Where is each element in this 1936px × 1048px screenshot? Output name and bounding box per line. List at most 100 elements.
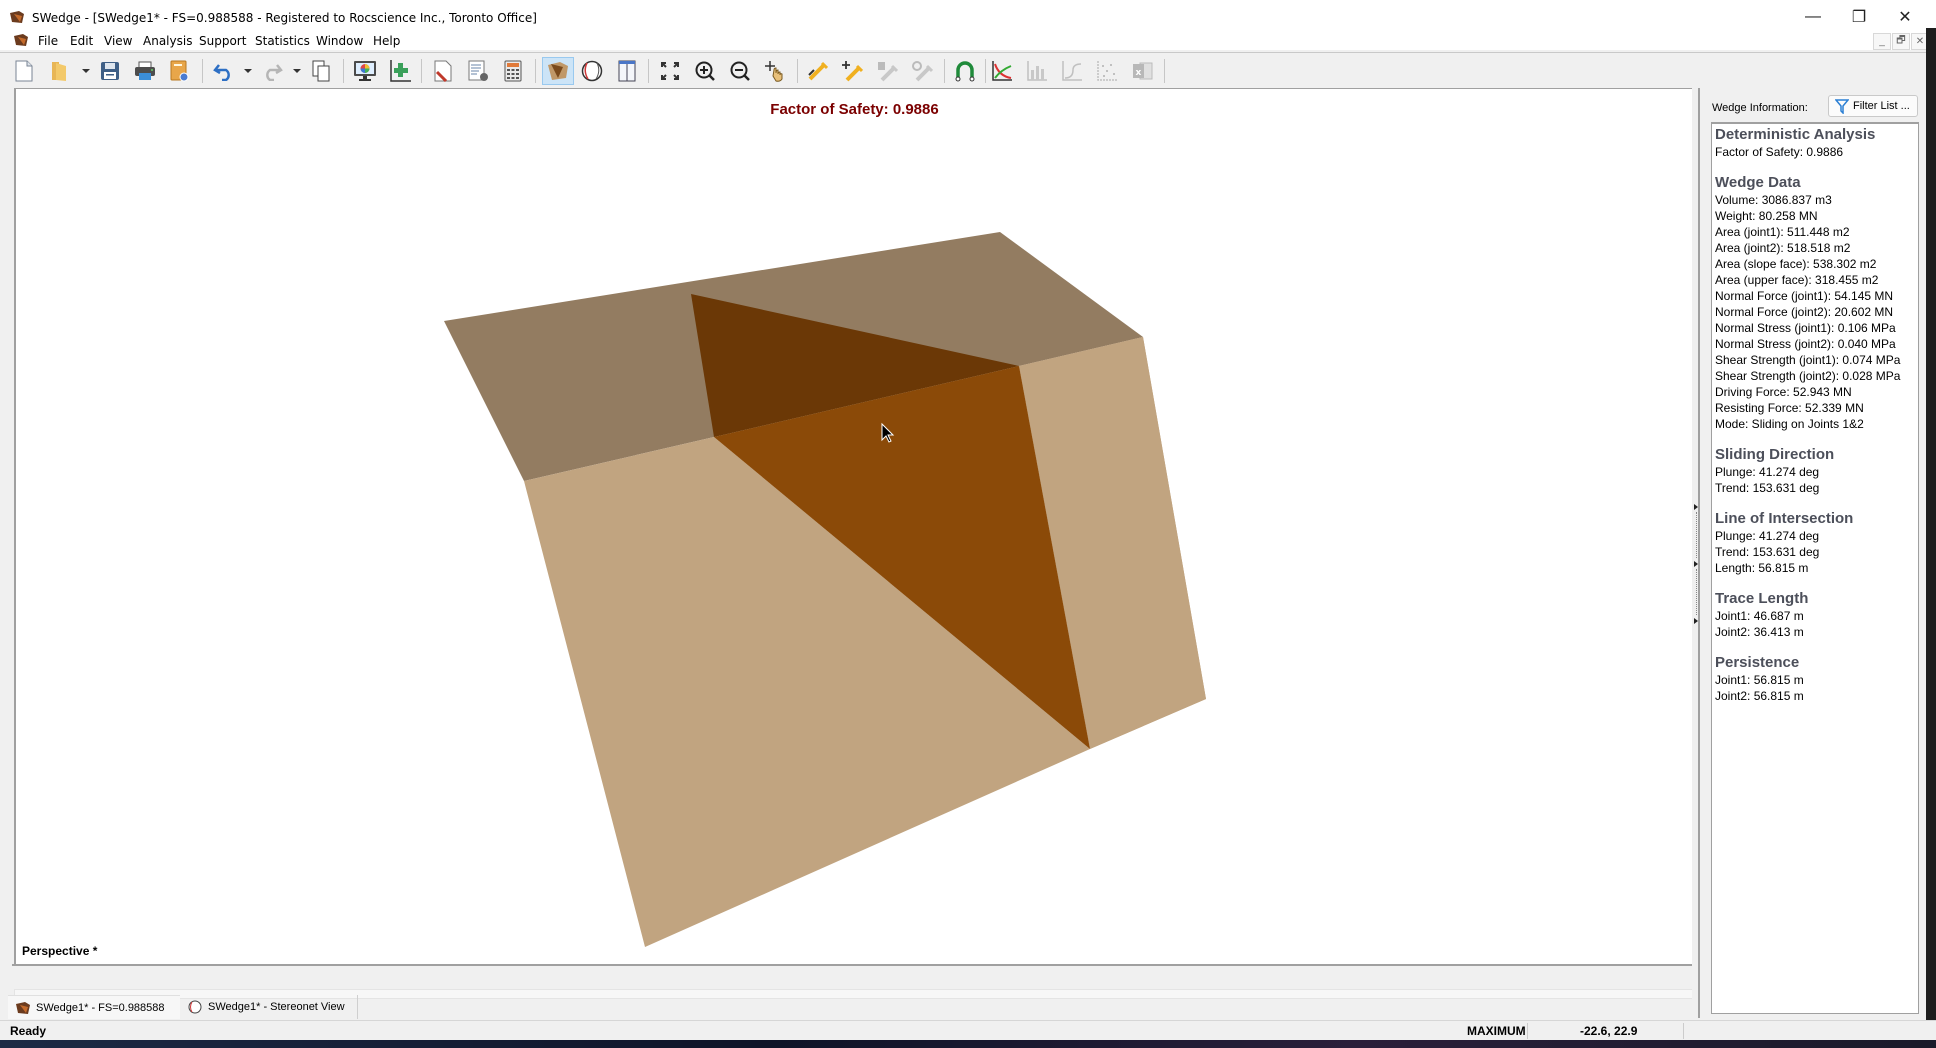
zoom-extents-button[interactable] [656,57,684,85]
bolt-properties-button[interactable] [908,57,936,85]
menu-view[interactable]: View [104,34,132,48]
section-heading: Wedge Data [1715,174,1801,191]
zoom-out-icon [730,61,750,81]
info-line: Joint2: 36.413 m [1715,625,1804,639]
wedge-info-list: Deterministic Analysis Factor of Safety: … [1711,122,1919,1014]
project-settings-icon [170,60,189,82]
factor-of-safety-label: Factor of Safety: 0.9886 [770,101,939,118]
delete-bolt-button[interactable] [873,57,901,85]
histogram-icon [1027,61,1047,81]
info-viewer-button[interactable] [464,57,492,85]
scatter-plot-button[interactable] [1093,57,1121,85]
info-line: Trend: 153.631 deg [1715,481,1820,495]
delete-bolt-icon [878,62,898,82]
title-bar: SWedge - [SWedge1* - FS=0.988588 - Regis… [0,0,1936,30]
tile-views-icon [618,60,636,82]
cumulative-chart-button[interactable] [1058,57,1086,85]
display-options-icon [354,61,376,81]
menu-help[interactable]: Help [373,34,400,48]
info-line: Resisting Force: 52.339 MN [1715,401,1864,415]
save-button[interactable] [96,57,124,85]
info-line: Area (upper face): 318.455 m2 [1715,273,1879,287]
input-data-button[interactable] [429,57,457,85]
print-button[interactable] [131,57,159,85]
info-line: Shear Strength (joint2): 0.028 MPa [1715,369,1901,383]
sensitivity-chart-icon [992,61,1012,81]
magnet-button[interactable] [951,57,979,85]
histogram-button[interactable] [1023,57,1051,85]
menu-support[interactable]: Support [199,34,246,48]
splitter-arrow-icon[interactable] [1694,561,1698,567]
minimize-icon: — [1805,8,1821,25]
info-line: Mode: Sliding on Joints 1&2 [1715,417,1864,431]
left-gutter [0,88,12,968]
excel-icon: x [1133,62,1153,80]
open-file-button[interactable] [46,57,74,85]
splitter-grip [1696,569,1697,615]
export-excel-button[interactable]: x [1128,57,1156,85]
mdi-minimize-button[interactable]: _ [1873,33,1891,50]
filter-list-button[interactable]: Filter List ... [1828,95,1918,117]
cumulative-chart-icon [1062,61,1082,81]
project-settings-button[interactable] [165,57,193,85]
section-heading: Line of Intersection [1715,510,1854,527]
menu-statistics[interactable]: Statistics [255,34,310,48]
splitter-arrow-icon[interactable] [1694,618,1698,624]
tab-wedge-view[interactable]: SWedge1* - FS=0.988588 [8,995,180,1019]
wedge-view-icon [548,62,568,80]
info-line: Normal Force (joint1): 54.145 MN [1715,289,1894,303]
new-file-button[interactable] [10,57,38,85]
info-line: Factor of Safety: 0.9886 [1715,145,1844,159]
redo-dropdown-arrow[interactable] [293,69,301,73]
zoom-extents-icon [661,62,679,80]
add-bolt-button[interactable] [838,57,866,85]
info-line: Shear Strength (joint1): 0.074 MPa [1715,353,1901,367]
stereonet-view-button[interactable] [578,57,606,85]
section-heading: Trace Length [1715,590,1809,607]
tab-stereonet-view[interactable]: SWedge1* - Stereonet View [180,995,358,1019]
sensitivity-chart-button[interactable] [988,57,1016,85]
wedge-3d-canvas[interactable] [16,89,1693,965]
zoom-out-button[interactable] [726,57,754,85]
toolbar: x [0,52,1936,89]
add-chart-button[interactable] [386,57,414,85]
screen-edge [1926,28,1936,1040]
menu-file[interactable]: File [38,34,58,48]
open-dropdown-arrow[interactable] [82,69,90,73]
menu-edit[interactable]: Edit [70,34,93,48]
info-line: Weight: 80.258 MN [1715,209,1818,223]
calculator-button[interactable] [499,57,527,85]
zoom-in-button[interactable] [691,57,719,85]
document-icon [14,34,28,46]
menu-window[interactable]: Window [316,34,363,48]
filter-list-label: Filter List ... [1853,100,1910,112]
copy-button[interactable] [307,57,335,85]
info-line: Area (joint1): 511.448 m2 [1715,225,1850,239]
edit-bolt-button[interactable] [803,57,831,85]
close-icon: ✕ [1898,9,1912,26]
undo-icon [213,64,230,81]
undo-button[interactable] [210,57,238,85]
mdi-restore-button[interactable]: 🗗 [1892,33,1910,50]
display-options-button[interactable] [351,57,379,85]
wedge-information-label: Wedge Information: [1712,102,1808,114]
minimize-icon: _ [1879,36,1885,47]
tile-views-button[interactable] [613,57,641,85]
window-restore-button[interactable]: ❐ [1836,4,1882,30]
window-minimize-button[interactable]: — [1790,4,1836,30]
menu-analysis[interactable]: Analysis [143,34,192,48]
window-close-button[interactable]: ✕ [1882,4,1928,30]
wedge-information-panel: Wedge Information: Filter List ... Deter… [1702,88,1926,1028]
svg-text:x: x [1136,68,1142,78]
view-mode-label: Perspective * [22,944,98,958]
info-line: Driving Force: 52.943 MN [1715,385,1852,399]
wedge-view-button[interactable] [542,57,574,85]
wedge-3d-viewport[interactable]: Factor of Safety: 0.9886 Perspective * [14,88,1693,965]
printer-icon [135,61,155,80]
splitter-arrow-icon[interactable] [1694,504,1698,510]
redo-button[interactable] [258,57,286,85]
info-line: Area (joint2): 518.518 m2 [1715,241,1851,255]
add-chart-icon [390,60,411,82]
undo-dropdown-arrow[interactable] [244,69,252,73]
pan-button[interactable] [761,57,789,85]
